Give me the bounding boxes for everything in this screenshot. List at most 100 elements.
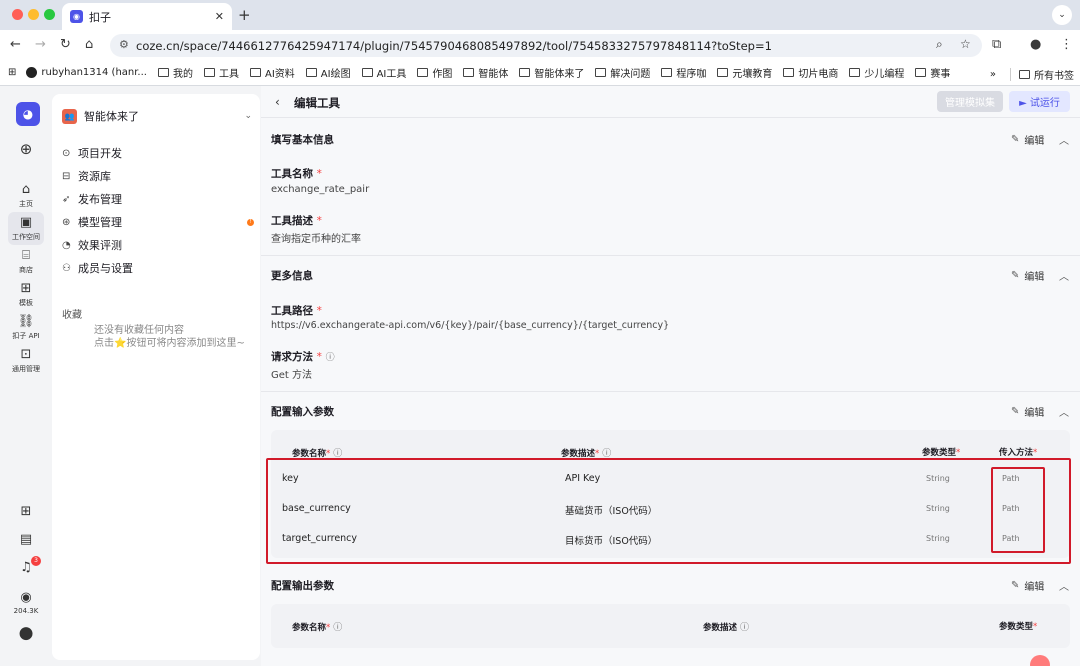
- col-output-type: 参数类型*: [999, 622, 1038, 632]
- info-icon[interactable]: ⓘ: [326, 353, 335, 363]
- address-bar[interactable]: ⚙ coze.cn/space/7446612776425947174/plug…: [110, 34, 982, 57]
- favorites-empty: 还没有收藏任何内容 点击⭐按钮可将内容添加到这里~: [94, 324, 245, 350]
- library-icon: ⊟: [62, 170, 71, 182]
- models-badge: !: [247, 218, 254, 226]
- info-icon[interactable]: ⓘ: [333, 623, 342, 633]
- bookmark-item[interactable]: AI工具: [361, 65, 406, 80]
- folder-icon: [361, 68, 373, 77]
- model-icon: ⊛: [62, 216, 71, 228]
- folder-icon: [249, 68, 261, 77]
- bookmark-item[interactable]: 工具: [203, 65, 239, 80]
- collapse-basic-icon[interactable]: ︿: [1059, 132, 1069, 147]
- test-run-button[interactable]: ► 试运行: [1009, 91, 1070, 112]
- page-title: 编辑工具: [294, 96, 340, 110]
- bookmark-item[interactable]: 智能体来了: [519, 65, 584, 80]
- forward-arrow-icon[interactable]: →: [35, 37, 46, 53]
- bookmark-item[interactable]: 智能体: [463, 65, 508, 80]
- collapse-more-icon[interactable]: ︿: [1059, 268, 1069, 283]
- site-settings-icon[interactable]: ⚙: [119, 38, 129, 51]
- bookmark-star-icon[interactable]: ☆: [960, 37, 971, 51]
- bookmark-item[interactable]: 赛事: [915, 65, 950, 80]
- back-chevron-icon[interactable]: ‹: [275, 95, 280, 109]
- rail-item-manage[interactable]: ⊡ 通用管理: [0, 347, 52, 374]
- new-tab-icon[interactable]: +: [238, 6, 251, 24]
- tab-search-chevron-icon[interactable]: ⌄: [1052, 5, 1072, 25]
- sidebar-item-projects[interactable]: ⊙ 项目开发: [62, 143, 254, 163]
- folder-icon: [717, 68, 729, 77]
- workspace-selector[interactable]: 👥 智能体来了 ⌄: [62, 108, 252, 124]
- folder-icon: [203, 68, 215, 77]
- bookmark-item[interactable]: 解决问题: [595, 65, 650, 80]
- store-icon: ⌸: [22, 248, 30, 263]
- workspace-avatar-icon: 👥: [62, 108, 77, 124]
- home-icon[interactable]: ⌂: [85, 37, 93, 53]
- main-panel: ‹ 编辑工具 管理模拟集 ► 试运行 填写基本信息 ✎ 编辑 ︿ 工具名称 * e…: [261, 86, 1080, 666]
- manage-mock-button[interactable]: 管理模拟集: [937, 91, 1003, 112]
- bookmark-github[interactable]: rubyhan1314 (hanr...: [26, 67, 147, 78]
- qrcode-button[interactable]: ⊞: [0, 504, 52, 521]
- edit-output-button[interactable]: ✎ 编辑: [1011, 578, 1044, 593]
- edit-input-button[interactable]: ✎ 编辑: [1011, 404, 1044, 419]
- bookmark-item[interactable]: 程序咖: [661, 65, 706, 80]
- extensions-icon[interactable]: ⧉: [992, 37, 1001, 53]
- navigation-bar: ← → ↻ ⌂ ⚙ coze.cn/space/7446612776425947…: [0, 30, 1080, 60]
- all-bookmarks-button[interactable]: 所有书签: [1019, 67, 1074, 82]
- members-icon: ⚇: [62, 262, 71, 274]
- bookmark-item[interactable]: 切片电商: [783, 65, 838, 80]
- collapse-output-icon[interactable]: ︿: [1059, 578, 1069, 593]
- rail-item-workspace[interactable]: ▣ 工作空间: [8, 212, 44, 245]
- bookmark-item[interactable]: 少儿编程: [849, 65, 904, 80]
- back-arrow-icon[interactable]: ←: [10, 37, 21, 53]
- folder-icon: [463, 68, 475, 77]
- workspace-name: 智能体来了: [84, 110, 139, 123]
- reload-icon[interactable]: ↻: [60, 37, 71, 53]
- coze-logo-icon[interactable]: ◕: [16, 102, 40, 126]
- minimize-window-button[interactable]: [28, 9, 39, 20]
- docs-button[interactable]: ▤: [0, 532, 52, 549]
- close-window-button[interactable]: [12, 9, 23, 20]
- output-params-table: 参数名称* ⓘ 参数描述 ⓘ 参数类型*: [271, 604, 1070, 648]
- sidebar-item-members[interactable]: ⚇ 成员与设置: [62, 258, 254, 278]
- points-button[interactable]: ◉ 204.3K: [0, 590, 52, 615]
- user-avatar[interactable]: ●: [0, 625, 52, 643]
- sidebar-item-models[interactable]: ⊛ 模型管理!: [62, 212, 254, 232]
- bookmark-item[interactable]: AI绘图: [305, 65, 351, 80]
- edit-more-button[interactable]: ✎ 编辑: [1011, 268, 1044, 283]
- bookmark-item[interactable]: 作图: [417, 65, 452, 80]
- zoom-icon[interactable]: ⌕: [936, 37, 943, 52]
- bookmark-item[interactable]: AI资料: [249, 65, 295, 80]
- rail-item-template[interactable]: ⊞ 模板: [0, 281, 52, 308]
- bookmarks-divider: [1010, 68, 1011, 81]
- notifications-button[interactable]: ♫ 3: [0, 556, 52, 577]
- more-bookmarks-button[interactable]: »: [990, 69, 996, 80]
- tool-path-label: 工具路径 *: [271, 305, 322, 317]
- edit-icon: ✎: [1011, 580, 1020, 591]
- close-tab-icon[interactable]: ✕: [215, 10, 224, 23]
- sidebar-item-evaluate[interactable]: ◔ 效果评测: [62, 235, 254, 255]
- profile-avatar-icon[interactable]: ●: [1030, 37, 1041, 53]
- sidebar-item-publish[interactable]: ➶ 发布管理: [62, 189, 254, 209]
- notification-badge: 3: [31, 556, 41, 566]
- collapse-input-icon[interactable]: ︿: [1059, 404, 1069, 419]
- col-param-method: 传入方法*: [999, 448, 1038, 458]
- maximize-window-button[interactable]: [44, 9, 55, 20]
- bookmark-item[interactable]: 元壤教育: [717, 65, 772, 80]
- evaluate-icon: ◔: [62, 239, 71, 251]
- section-divider: [261, 255, 1080, 256]
- rail-item-store[interactable]: ⌸ 商店: [0, 248, 52, 275]
- browser-chrome: ◉ 扣子 ✕ + ⌄ ← → ↻ ⌂ ⚙ coze.cn/space/74466…: [0, 0, 1080, 86]
- folder-icon: [157, 68, 169, 77]
- folder-icon: [417, 68, 429, 77]
- bookmark-item[interactable]: 我的: [157, 65, 193, 80]
- rail-item-api[interactable]: ⛓ 扣子 API: [0, 314, 52, 341]
- apps-grid-icon[interactable]: ⊞: [8, 67, 16, 78]
- browser-menu-icon[interactable]: ⋮: [1060, 37, 1073, 53]
- sidebar-item-library[interactable]: ⊟ 资源库: [62, 166, 254, 186]
- edit-basic-button[interactable]: ✎ 编辑: [1011, 132, 1044, 147]
- info-icon[interactable]: ⓘ: [740, 623, 749, 633]
- browser-tab[interactable]: ◉ 扣子 ✕: [62, 3, 232, 30]
- folder-icon: [783, 68, 795, 77]
- rail-item-home[interactable]: ⌂ 主页: [0, 182, 52, 209]
- section-more-title: 更多信息: [271, 270, 313, 282]
- create-button[interactable]: ⊕: [0, 142, 52, 159]
